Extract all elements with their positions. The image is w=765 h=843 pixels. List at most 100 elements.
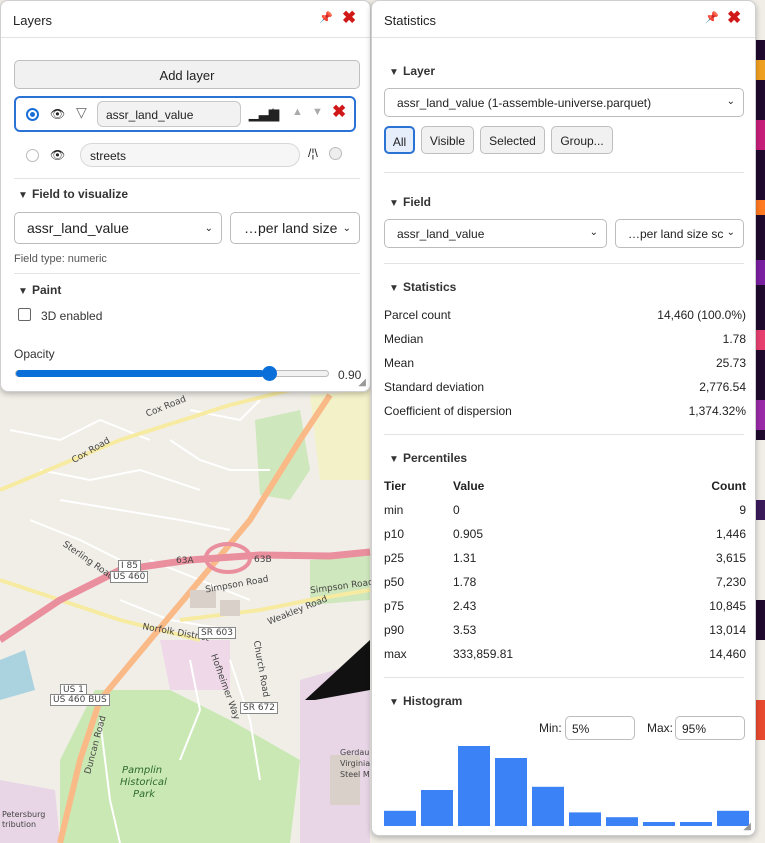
- filter-group-button[interactable]: Group...: [551, 126, 613, 154]
- histogram-bar: [495, 758, 527, 826]
- stat-row: Coefficient of dispersion 1,374.32%: [384, 404, 746, 420]
- histogram-bar: [458, 746, 490, 826]
- add-layer-button[interactable]: Add layer: [14, 60, 360, 89]
- layer-select[interactable]: assr_land_value (1-assemble-universe.par…: [384, 88, 744, 117]
- resize-handle-icon[interactable]: ◢: [743, 821, 751, 832]
- filter-icon[interactable]: ▽: [76, 104, 87, 121]
- tier-cell: p10: [384, 527, 405, 541]
- stat-label: Median: [384, 332, 424, 346]
- tier-cell: max: [384, 647, 407, 661]
- chevron-down-icon: ⌄: [342, 223, 351, 234]
- close-icon[interactable]: ✖: [342, 9, 356, 26]
- value-cell: 1.78: [453, 575, 477, 589]
- map-label: Park: [133, 789, 156, 800]
- eye-icon[interactable]: 👁: [50, 148, 65, 162]
- field-select[interactable]: assr_land_value ⌄: [14, 212, 222, 244]
- percentile-row: p75 2.43 10,845: [384, 599, 746, 615]
- field-select[interactable]: assr_land_value ⌄: [384, 219, 607, 248]
- divider: [384, 263, 744, 264]
- eye-icon[interactable]: 👁: [50, 107, 65, 121]
- max-input[interactable]: 95%: [675, 716, 745, 740]
- histogram-bar: [421, 790, 453, 826]
- map-label: Steel M: [340, 770, 370, 779]
- move-up-icon[interactable]: ▲: [292, 106, 303, 118]
- pin-icon[interactable]: 📌: [319, 11, 333, 24]
- field-section-header[interactable]: ▼ Field to visualize: [18, 187, 128, 201]
- layer-select-value: assr_land_value (1-assemble-universe.par…: [397, 96, 652, 110]
- collapse-icon: ▼: [389, 198, 399, 209]
- opacity-slider-fill: [16, 370, 265, 377]
- layer-radio[interactable]: [26, 149, 39, 162]
- filter-selected-button[interactable]: Selected: [480, 126, 545, 154]
- opacity-label: Opacity: [14, 347, 55, 361]
- tier-header: Tier: [384, 479, 406, 493]
- count-cell: 1,446: [715, 527, 746, 541]
- paint-section-header[interactable]: ▼ Paint: [18, 283, 61, 297]
- move-down-icon[interactable]: ▼: [312, 106, 323, 118]
- divider: [384, 434, 744, 435]
- normalize-select[interactable]: …per land size ⌄: [230, 212, 360, 244]
- percentile-row: p50 1.78 7,230: [384, 575, 746, 591]
- value-cell: 2.43: [453, 599, 477, 613]
- opacity-slider[interactable]: [15, 366, 329, 381]
- pin-icon[interactable]: 📌: [705, 11, 719, 24]
- 3d-checkbox[interactable]: [18, 308, 31, 321]
- field-type-label: Field type: numeric: [14, 253, 107, 265]
- layer-row[interactable]: 👁 ▽ assr_land_value ▁▃▆ ⁘ ▲ ▼ ✖: [14, 96, 356, 132]
- field-select-value: assr_land_value: [27, 220, 129, 236]
- histogram-bar: [680, 822, 712, 826]
- count-cell: 13,014: [709, 623, 746, 637]
- map-label: Petersburg: [2, 810, 46, 819]
- tier-cell: p75: [384, 599, 405, 613]
- percentile-row: p90 3.53 13,014: [384, 623, 746, 639]
- histogram-bar: [384, 810, 416, 826]
- resize-handle-icon[interactable]: ◢: [358, 377, 366, 388]
- count-cell: 9: [739, 503, 746, 517]
- layers-panel-title: Layers: [13, 13, 53, 28]
- map-label: 63A: [176, 556, 194, 566]
- layer-row[interactable]: 👁 streets /¦\: [14, 140, 360, 170]
- value-header: Value: [453, 479, 485, 493]
- layer-name-field[interactable]: assr_land_value: [97, 101, 241, 127]
- opacity-slider-thumb[interactable]: [262, 366, 278, 381]
- stat-label: Mean: [384, 356, 415, 370]
- layers-panel-header[interactable]: Layers 📌 ✖: [1, 1, 370, 38]
- percentiles-section-header[interactable]: ▼ Percentiles: [389, 451, 467, 465]
- value-cell: 0: [453, 503, 460, 517]
- statistics-panel-title: Statistics: [384, 13, 437, 28]
- stat-row: Median 1.78: [384, 332, 746, 348]
- collapse-icon: ▼: [18, 190, 28, 201]
- scatter-icon[interactable]: ⁘: [268, 105, 278, 119]
- map-label: US 460 BUS: [50, 694, 110, 706]
- histogram-bar: [532, 786, 564, 826]
- tier-cell: min: [384, 503, 404, 517]
- statistics-panel-header[interactable]: Statistics 📌 ✖: [372, 1, 755, 38]
- filter-visible-button[interactable]: Visible: [421, 126, 474, 154]
- count-header: Count: [711, 479, 746, 493]
- value-cell: 3.53: [453, 623, 477, 637]
- stat-value: 1.78: [722, 332, 746, 346]
- line-style-icon[interactable]: /¦\: [308, 146, 318, 160]
- percentile-row: p25 1.31 3,615: [384, 551, 746, 567]
- value-cell: 333,859.81: [453, 647, 514, 661]
- circle-icon[interactable]: [329, 147, 342, 160]
- stat-label: Coefficient of dispersion: [384, 404, 512, 418]
- field-select-value: assr_land_value: [397, 227, 485, 241]
- close-icon[interactable]: ✖: [727, 9, 741, 26]
- stat-value: 1,374.32%: [688, 404, 746, 418]
- histogram-section-header[interactable]: ▼ Histogram: [389, 694, 462, 708]
- layer-radio-selected[interactable]: [26, 108, 39, 121]
- normalize-select[interactable]: …per land size sc ⌄: [615, 219, 744, 248]
- remove-layer-icon[interactable]: ✖: [332, 102, 346, 122]
- collapse-icon: ▼: [389, 67, 399, 78]
- statistics-section-header[interactable]: ▼ Statistics: [389, 280, 456, 294]
- layer-name-field[interactable]: streets: [80, 143, 300, 167]
- min-input[interactable]: 5%: [565, 716, 635, 740]
- chevron-down-icon: ⌄: [726, 227, 735, 238]
- field-section-header[interactable]: ▼ Field: [389, 195, 431, 209]
- layer-section-header[interactable]: ▼ Layer: [389, 64, 435, 78]
- map-label: Virginia: [340, 759, 371, 768]
- layer-section-title: Layer: [403, 64, 436, 78]
- filter-all-button[interactable]: All: [384, 126, 415, 154]
- percentile-header-row: Tier Value Count: [384, 479, 746, 495]
